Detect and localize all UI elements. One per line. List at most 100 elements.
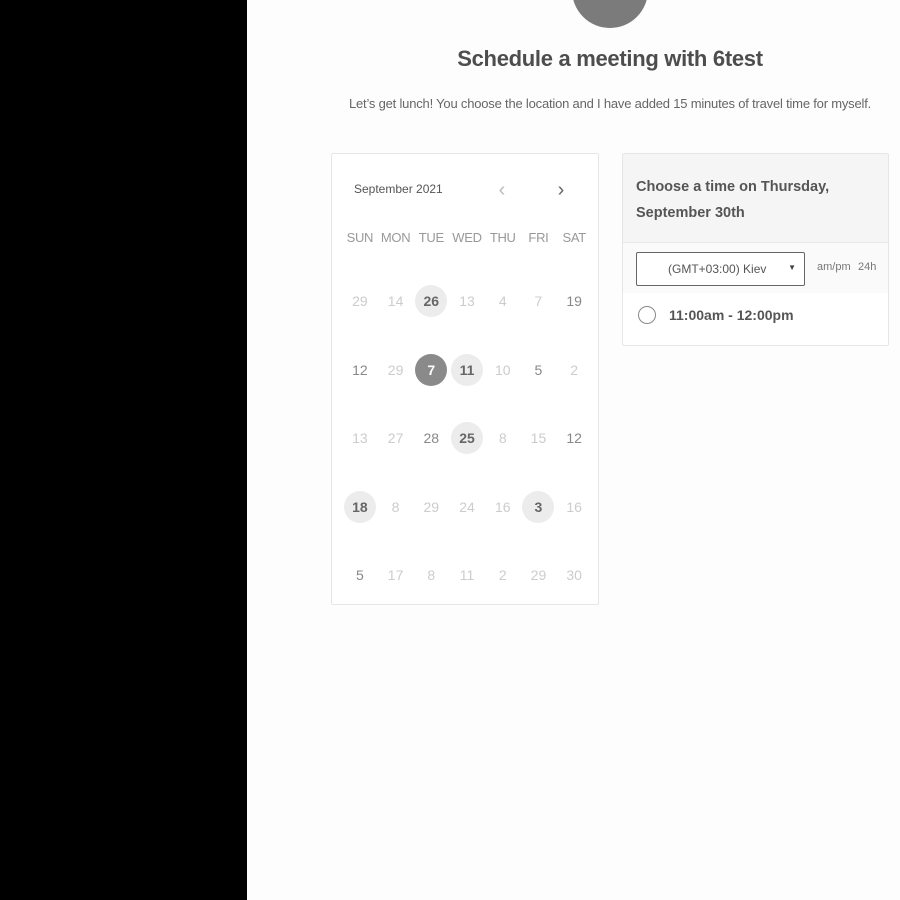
weekday-label: WED bbox=[452, 230, 482, 245]
calendar-day: 7 bbox=[521, 283, 557, 319]
calendar-day-number: 7 bbox=[415, 353, 448, 386]
calendar-day[interactable]: 18 bbox=[342, 489, 378, 525]
calendar-week: 5 17 8 11 2 29 30 bbox=[342, 541, 592, 610]
calendar-day-number: 24 bbox=[459, 498, 475, 515]
calendar-day: 8 bbox=[413, 557, 449, 593]
calendar-day-number: 26 bbox=[415, 285, 448, 318]
calendar-day: 28 bbox=[413, 420, 449, 456]
calendar-day: 12 bbox=[556, 420, 592, 456]
calendar-day-number: 13 bbox=[352, 430, 368, 447]
weekday-label: SAT bbox=[562, 230, 586, 245]
calendar-grid: 29 14 26 13 4 7 19 12 29 7 11 10 5 2 13 27 28 25 8 15 12 18 8 2… bbox=[342, 267, 592, 610]
format-ampm-toggle[interactable]: am/pm bbox=[817, 261, 851, 273]
calendar-week: 12 29 7 11 10 5 2 bbox=[342, 336, 592, 405]
calendar-day-number: 11 bbox=[459, 567, 475, 584]
calendar-day: 15 bbox=[521, 420, 557, 456]
calendar-day[interactable]: 3 bbox=[521, 489, 557, 525]
time-slot[interactable]: 11:00am - 12:00pm bbox=[638, 306, 794, 324]
calendar-day-selected[interactable]: 7 bbox=[413, 352, 449, 388]
calendar-day: 12 bbox=[342, 352, 378, 388]
calendar-day-number: 12 bbox=[352, 361, 368, 378]
calendar-day-number: 29 bbox=[530, 567, 547, 584]
month-label: September 2021 bbox=[354, 182, 443, 196]
calendar-day-number: 7 bbox=[534, 293, 543, 310]
calendar-day-number: 11 bbox=[451, 353, 484, 386]
calendar-day: 5 bbox=[342, 557, 378, 593]
calendar-day-number: 18 bbox=[343, 490, 376, 523]
calendar-day-number: 8 bbox=[391, 498, 400, 515]
weekday-header: SUN MON TUE WED THU FRI SAT bbox=[342, 230, 592, 245]
calendar-day-number: 2 bbox=[498, 567, 507, 584]
calendar-day: 29 bbox=[342, 283, 378, 319]
time-picker-title: Choose a time on Thursday, September 30t… bbox=[636, 179, 830, 221]
calendar-day-number: 13 bbox=[459, 293, 475, 310]
calendar-day: 10 bbox=[485, 352, 521, 388]
page-description: Let’s get lunch! You choose the location… bbox=[348, 96, 872, 111]
calendar-day-number: 25 bbox=[451, 422, 484, 455]
left-black-panel bbox=[0, 0, 247, 900]
calendar-day-number: 29 bbox=[387, 361, 404, 378]
calendar-day: 4 bbox=[485, 283, 521, 319]
calendar-day: 30 bbox=[556, 557, 592, 593]
weekday-label: MON bbox=[380, 230, 411, 245]
calendar-day: 16 bbox=[556, 489, 592, 525]
calendar-day: 5 bbox=[521, 352, 557, 388]
calendar-day-number: 16 bbox=[494, 498, 511, 515]
calendar-day-number: 8 bbox=[498, 430, 507, 447]
calendar-week: 18 8 29 24 16 3 16 bbox=[342, 473, 592, 542]
calendar-day-number: 4 bbox=[498, 293, 507, 310]
weekday-label: SUN bbox=[346, 230, 374, 245]
calendar-day: 13 bbox=[449, 283, 485, 319]
calendar-day-number: 8 bbox=[427, 567, 436, 584]
calendar-day: 29 bbox=[413, 489, 449, 525]
chevron-left-icon[interactable]: ‹ bbox=[492, 180, 512, 200]
timezone-row: (GMT+03:00) Kiev ▼ am/pm 24h bbox=[623, 243, 888, 293]
caret-down-icon: ▼ bbox=[788, 263, 796, 272]
calendar-day: 8 bbox=[485, 420, 521, 456]
calendar-day: 13 bbox=[342, 420, 378, 456]
calendar-day: 27 bbox=[378, 420, 414, 456]
calendar-day-number: 5 bbox=[355, 567, 364, 584]
calendar-day-number: 2 bbox=[570, 361, 579, 378]
time-header: Choose a time on Thursday, September 30t… bbox=[623, 154, 888, 243]
calendar-day: 24 bbox=[449, 489, 485, 525]
time-picker-card: Choose a time on Thursday, September 30t… bbox=[622, 153, 889, 346]
format-24h-toggle[interactable]: 24h bbox=[858, 261, 876, 273]
timezone-value: (GMT+03:00) Kiev bbox=[668, 262, 767, 276]
calendar-week: 13 27 28 25 8 15 12 bbox=[342, 404, 592, 473]
calendar-card: September 2021 ‹ › SUN MON TUE WED THU F… bbox=[331, 153, 599, 605]
calendar-week: 29 14 26 13 4 7 19 bbox=[342, 267, 592, 336]
weekday-label: THU bbox=[489, 230, 516, 245]
time-slot-label: 11:00am - 12:00pm bbox=[669, 307, 794, 323]
calendar-day[interactable]: 11 bbox=[449, 352, 485, 388]
calendar-day-number: 12 bbox=[566, 430, 582, 447]
calendar-day: 16 bbox=[485, 489, 521, 525]
calendar-day-number: 19 bbox=[566, 293, 582, 310]
calendar-day-number: 5 bbox=[534, 361, 543, 378]
weekday-label: FRI bbox=[528, 230, 549, 245]
timezone-select[interactable]: (GMT+03:00) Kiev ▼ bbox=[636, 252, 805, 286]
calendar-day[interactable]: 26 bbox=[413, 283, 449, 319]
radio-button[interactable] bbox=[638, 306, 656, 324]
calendar-day-number: 30 bbox=[566, 567, 582, 584]
calendar-day-number: 10 bbox=[494, 361, 511, 378]
calendar-day-number: 3 bbox=[522, 490, 555, 523]
calendar-day: 2 bbox=[485, 557, 521, 593]
calendar-day: 29 bbox=[378, 352, 414, 388]
calendar-day-number: 16 bbox=[566, 498, 582, 515]
weekday-label: TUE bbox=[418, 230, 444, 245]
calendar-day: 2 bbox=[556, 352, 592, 388]
calendar-day: 11 bbox=[449, 557, 485, 593]
calendar-day: 29 bbox=[521, 557, 557, 593]
calendar-day: 17 bbox=[378, 557, 414, 593]
calendar-day-number: 17 bbox=[387, 567, 404, 584]
calendar-day-number: 29 bbox=[423, 498, 440, 515]
calendar-day-number: 28 bbox=[423, 430, 440, 447]
calendar-day: 8 bbox=[378, 489, 414, 525]
calendar-day: 19 bbox=[556, 283, 592, 319]
calendar-day-number: 27 bbox=[387, 430, 404, 447]
calendar-day-number: 15 bbox=[530, 430, 547, 447]
calendar-day[interactable]: 25 bbox=[449, 420, 485, 456]
chevron-right-icon[interactable]: › bbox=[551, 180, 571, 200]
calendar-day-number: 29 bbox=[352, 293, 368, 310]
